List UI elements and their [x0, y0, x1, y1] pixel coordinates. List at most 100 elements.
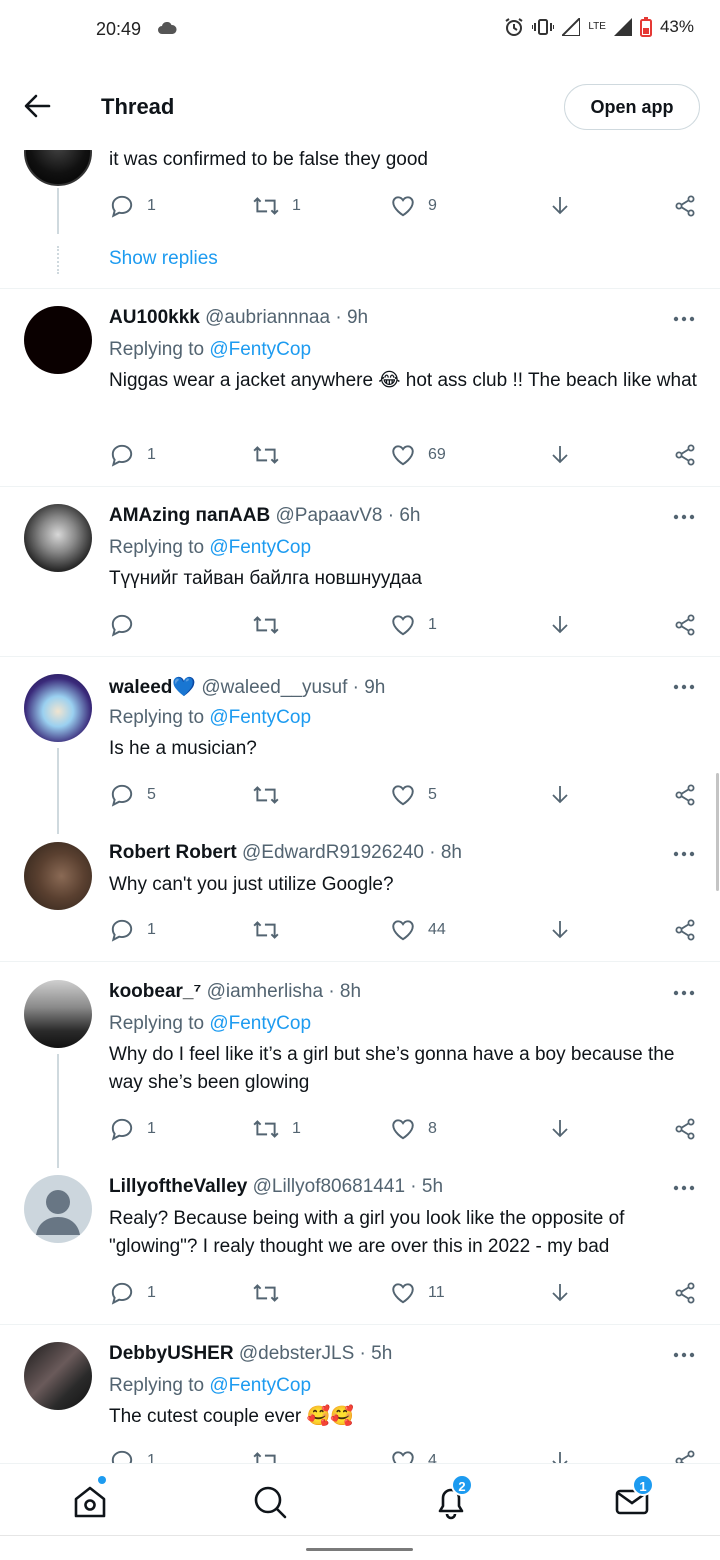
tweet-text: The cutest couple ever 🥰🥰	[109, 1406, 354, 1427]
more-icon[interactable]	[672, 850, 696, 858]
reply-button[interactable]: 1	[109, 916, 156, 944]
share-button[interactable]	[673, 441, 709, 469]
like-button[interactable]: 44	[390, 916, 446, 944]
retweet-button[interactable]	[252, 916, 292, 944]
like-button[interactable]: 9	[390, 192, 437, 220]
retweet-button[interactable]: 1	[252, 1115, 301, 1143]
retweet-button[interactable]	[252, 1447, 292, 1463]
avatar[interactable]	[24, 504, 92, 572]
download-button[interactable]	[548, 611, 584, 639]
download-button[interactable]	[548, 916, 584, 944]
more-icon[interactable]	[672, 1351, 696, 1359]
user-handle: @debsterJLS · 5h	[238, 1343, 393, 1364]
nav-messages[interactable]: 1	[612, 1474, 654, 1522]
reply-button[interactable]: 1	[109, 1279, 156, 1307]
arrow-down-icon	[552, 616, 568, 634]
share-icon	[675, 1118, 695, 1140]
download-button[interactable]	[548, 781, 584, 809]
download-button[interactable]	[548, 1279, 584, 1307]
user-name[interactable]: Robert Robert	[109, 842, 237, 863]
more-icon[interactable]	[672, 315, 696, 323]
share-icon	[675, 195, 695, 217]
download-button[interactable]	[548, 192, 584, 220]
like-button[interactable]: 5	[390, 781, 437, 809]
like-button[interactable]: 8	[390, 1115, 437, 1143]
share-button[interactable]	[673, 611, 709, 639]
reply-button[interactable]: 1	[109, 441, 156, 469]
avatar[interactable]	[24, 306, 92, 374]
thread-feed[interactable]: it was confirmed to be false they good 1…	[0, 0, 720, 1463]
retweet-icon	[253, 197, 279, 215]
heart-icon	[392, 196, 414, 217]
avatar[interactable]	[24, 980, 92, 1048]
user-name[interactable]: AU100kkk	[109, 307, 200, 328]
reply-icon	[111, 614, 133, 637]
user-name[interactable]: DebbyUSHER	[109, 1343, 234, 1364]
messages-badge: 1	[632, 1474, 654, 1496]
retweet-button[interactable]	[252, 1279, 292, 1307]
like-button[interactable]: 69	[390, 441, 446, 469]
reply-button[interactable]: 1	[109, 1447, 156, 1463]
more-icon[interactable]	[672, 1184, 696, 1192]
avatar[interactable]	[24, 842, 92, 910]
open-app-button[interactable]: Open app	[564, 84, 700, 130]
share-button[interactable]	[673, 781, 709, 809]
avatar[interactable]	[24, 1342, 92, 1410]
retweet-count: 1	[292, 197, 301, 214]
download-button[interactable]	[548, 1447, 584, 1463]
more-icon[interactable]	[672, 989, 696, 997]
nav-home[interactable]	[70, 1476, 110, 1522]
tweet-actions: 1 1 9	[0, 192, 720, 220]
retweet-button[interactable]	[252, 781, 292, 809]
like-button[interactable]: 4	[390, 1447, 437, 1463]
retweet-button[interactable]	[252, 441, 292, 469]
reply-button[interactable]	[109, 611, 147, 639]
tweet-actions: 1 69	[0, 441, 720, 469]
mention-link[interactable]: @FentyCop	[209, 1375, 311, 1396]
user-name[interactable]: LillyoftheValley	[109, 1176, 247, 1197]
reply-button[interactable]: 5	[109, 781, 156, 809]
like-button[interactable]: 11	[390, 1279, 445, 1307]
share-button[interactable]	[673, 1115, 709, 1143]
mention-link[interactable]: @FentyCop	[209, 537, 311, 558]
share-button[interactable]	[673, 192, 709, 220]
tweet-actions: 1 4	[0, 1447, 720, 1463]
reply-count: 1	[147, 1120, 156, 1137]
gesture-handle[interactable]	[306, 1548, 413, 1551]
replying-label: Replying to	[109, 707, 205, 728]
mention-link[interactable]: @FentyCop	[209, 707, 311, 728]
user-name[interactable]: koobear_⁷	[109, 981, 201, 1002]
back-arrow-icon[interactable]	[22, 92, 52, 120]
tweet-text: Is he a musician?	[109, 738, 257, 759]
tweet-text: it was confirmed to be false they good	[109, 149, 428, 170]
show-replies-link[interactable]: Show replies	[109, 248, 218, 270]
share-button[interactable]	[673, 916, 709, 944]
tweet-header: waleed💙 @waleed__yusuf · 9h	[109, 675, 385, 699]
replying-label: Replying to	[109, 1375, 205, 1396]
avatar[interactable]	[24, 1175, 92, 1243]
share-button[interactable]	[673, 1447, 709, 1463]
like-count: 69	[428, 446, 446, 463]
like-count: 44	[428, 921, 446, 938]
retweet-button[interactable]: 1	[252, 192, 301, 220]
download-button[interactable]	[548, 441, 584, 469]
reply-button[interactable]: 1	[109, 192, 156, 220]
user-name[interactable]: AMAzing папААВ	[109, 505, 270, 526]
share-button[interactable]	[673, 1279, 709, 1307]
avatar[interactable]	[24, 674, 92, 742]
like-button[interactable]: 1	[390, 611, 437, 639]
retweet-button[interactable]	[252, 611, 292, 639]
reply-button[interactable]: 1	[109, 1115, 156, 1143]
divider	[0, 961, 720, 962]
scrollbar[interactable]	[716, 773, 719, 891]
mention-link[interactable]: @FentyCop	[209, 1013, 311, 1034]
replying-label: Replying to	[109, 537, 205, 558]
nav-notifications[interactable]: 2	[431, 1474, 473, 1522]
like-count: 9	[428, 197, 437, 214]
more-icon[interactable]	[672, 513, 696, 521]
mention-link[interactable]: @FentyCop	[209, 339, 311, 360]
download-button[interactable]	[548, 1115, 584, 1143]
nav-search[interactable]	[250, 1482, 290, 1522]
more-icon[interactable]	[672, 683, 696, 691]
user-name[interactable]: waleed💙	[109, 677, 196, 698]
